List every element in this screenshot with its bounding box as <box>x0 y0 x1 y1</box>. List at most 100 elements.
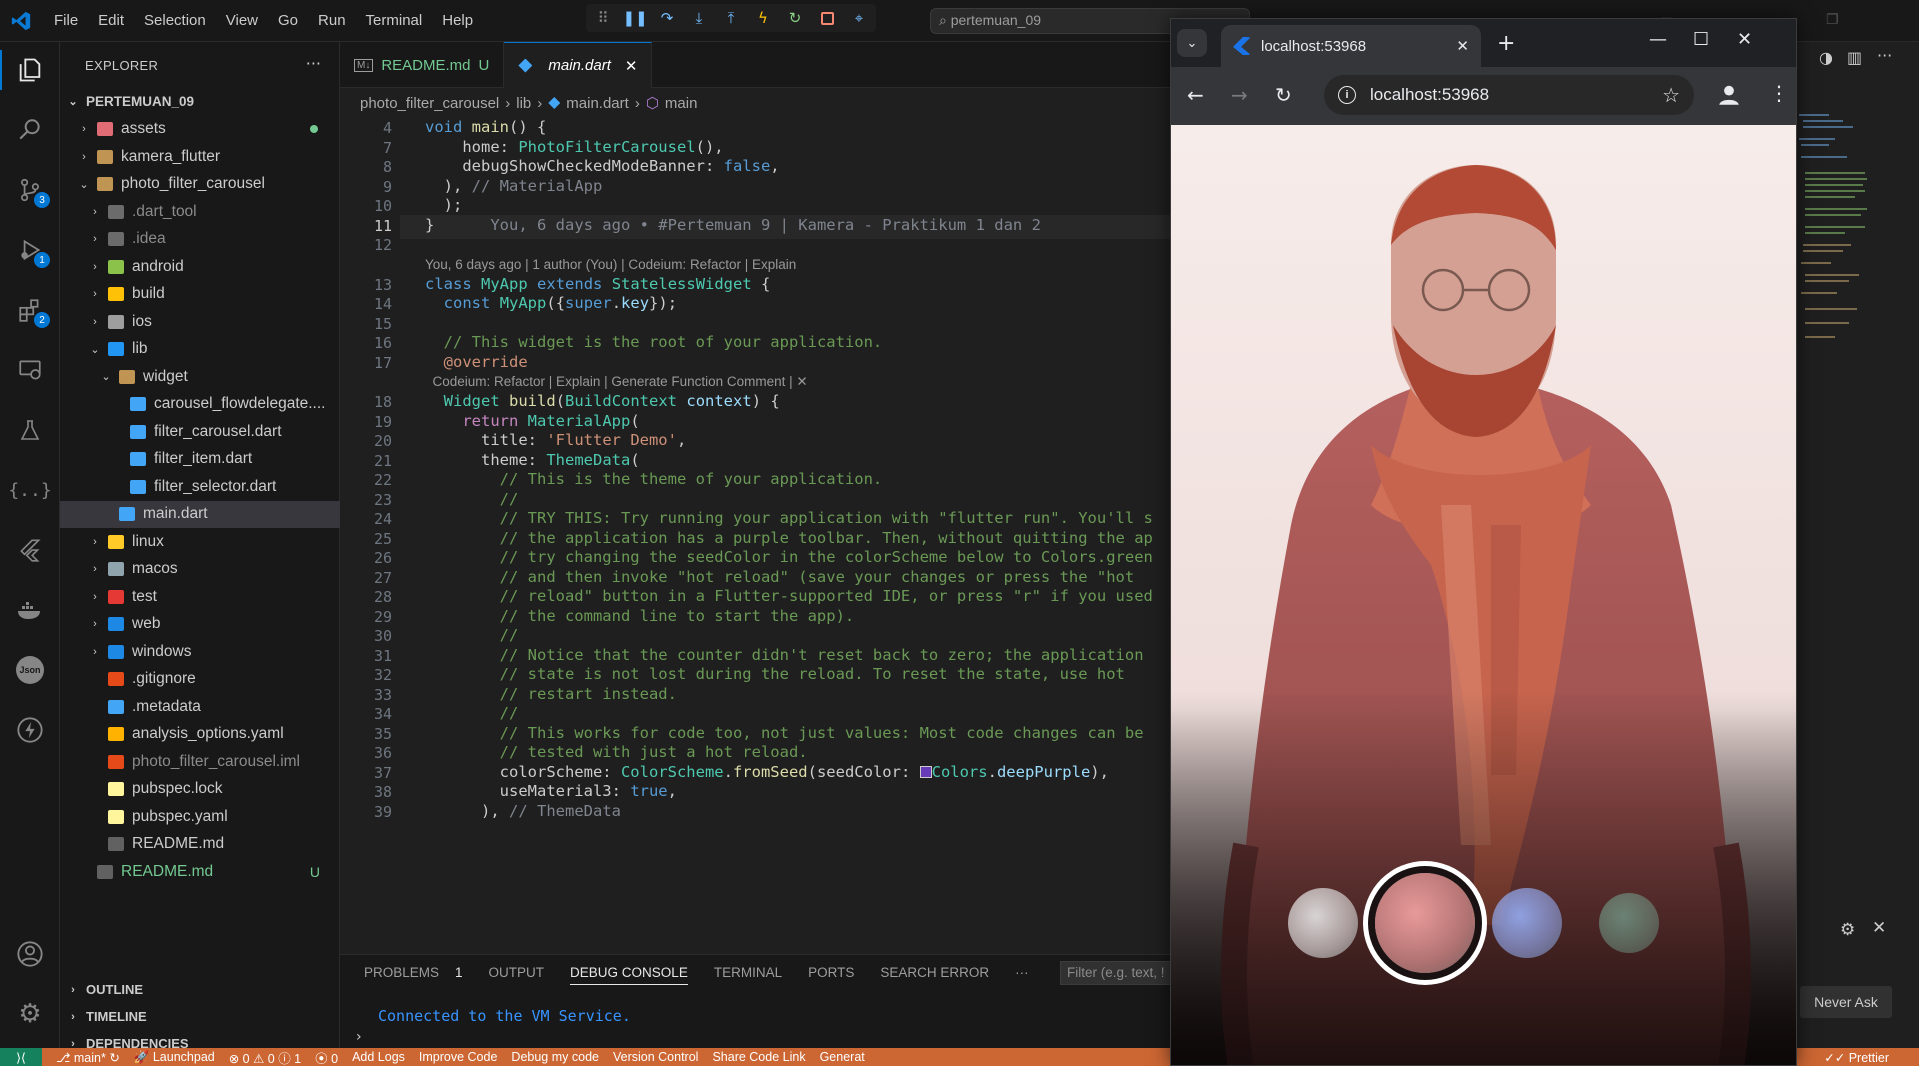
lightning-icon[interactable] <box>14 714 46 746</box>
source-control-icon[interactable]: 3 <box>14 174 50 208</box>
flutter-icon[interactable] <box>14 534 46 566</box>
run-debug-icon[interactable]: 1 <box>14 234 50 268</box>
tree-item[interactable]: ⌄ widget <box>60 363 340 391</box>
tree-item[interactable]: carousel_flowdelegate.... <box>60 391 340 419</box>
gear-icon[interactable]: ⚙ <box>1840 920 1855 940</box>
tree-item[interactable]: filter_item.dart <box>60 446 340 474</box>
split-editor-icon[interactable]: ▥ <box>1847 48 1862 67</box>
drag-handle-icon[interactable]: ⠿ <box>594 9 612 27</box>
panel-toggle-icon[interactable]: ◑ <box>1819 48 1833 67</box>
panel-tab-debug-console[interactable]: DEBUG CONSOLE <box>570 965 688 985</box>
tree-item[interactable]: README.md <box>60 831 340 859</box>
tree-item[interactable]: filter_carousel.dart <box>60 418 340 446</box>
close-tab-icon[interactable]: ✕ <box>1456 37 1469 55</box>
bookmark-star-icon[interactable]: ☆ <box>1662 83 1680 108</box>
panel-more-icon[interactable]: ··· <box>1015 965 1029 985</box>
restore-icon[interactable]: ❐ <box>1826 12 1839 28</box>
json-braces-icon[interactable]: {..} <box>8 474 51 506</box>
step-over-icon[interactable]: ↷ <box>658 9 676 27</box>
prettier-status[interactable]: ✓✓ Prettier <box>1824 1050 1889 1065</box>
console-prompt-icon[interactable]: › <box>356 1029 362 1045</box>
minimize-icon[interactable]: — <box>1649 29 1667 50</box>
breadcrumb-lib[interactable]: lib <box>516 95 531 112</box>
forward-icon[interactable]: → <box>1231 83 1248 107</box>
tree-item[interactable]: › ios <box>60 308 340 336</box>
tab-readme[interactable]: M↓ README.md U <box>340 42 505 88</box>
tree-item[interactable]: photo_filter_carousel.iml <box>60 748 340 776</box>
docker-icon[interactable] <box>14 594 46 626</box>
generate-status[interactable]: Generat <box>820 1050 865 1064</box>
browser-menu-icon[interactable]: ⋮ <box>1769 81 1789 105</box>
version-control-status[interactable]: Version Control <box>613 1050 698 1064</box>
timeline-section[interactable]: › TIMELINE <box>60 1003 340 1030</box>
tree-item[interactable]: › test <box>60 583 340 611</box>
tree-item[interactable]: › .idea <box>60 226 340 254</box>
menu-item-view[interactable]: View <box>226 12 258 29</box>
tab-search-icon[interactable]: ⌄ <box>1177 29 1207 57</box>
never-ask-button[interactable]: Never Ask <box>1800 986 1892 1018</box>
menu-item-run[interactable]: Run <box>318 12 346 29</box>
profile-icon[interactable] <box>1716 82 1742 108</box>
tree-item[interactable]: › windows <box>60 638 340 666</box>
menu-item-terminal[interactable]: Terminal <box>366 12 423 29</box>
tree-item[interactable]: › android <box>60 253 340 281</box>
panel-tab-problems[interactable]: PROBLEMS 1 <box>364 965 463 985</box>
extensions-icon[interactable]: 2 <box>14 294 50 328</box>
account-icon[interactable] <box>14 938 46 970</box>
panel-tab-ports[interactable]: PORTS <box>808 965 854 985</box>
breadcrumb-symbol[interactable]: main <box>665 95 698 112</box>
code-lens[interactable]: You, 6 days ago | 1 author (You) | Codei… <box>425 257 796 272</box>
remote-explorer-icon[interactable] <box>14 354 46 386</box>
workspace-root[interactable]: ⌄ PERTEMUAN_09 <box>60 88 340 116</box>
tab-main-dart[interactable]: main.dart ✕ <box>504 42 653 88</box>
site-info-icon[interactable]: i <box>1338 86 1356 104</box>
menu-item-edit[interactable]: Edit <box>98 12 124 29</box>
step-out-icon[interactable]: ⤒ <box>722 9 740 27</box>
launchpad-status[interactable]: 🚀 Launchpad <box>134 1050 215 1065</box>
tree-item[interactable]: › .dart_tool <box>60 198 340 226</box>
ports-status[interactable]: ⦿ 0 <box>315 1048 338 1066</box>
more-actions-icon[interactable]: ··· <box>306 54 321 73</box>
debug-my-code-status[interactable]: Debug my code <box>511 1050 599 1064</box>
devtools-icon[interactable]: ⌖ <box>850 9 868 27</box>
tree-item[interactable]: filter_selector.dart <box>60 473 340 501</box>
panel-tab-search-error[interactable]: SEARCH ERROR <box>880 965 989 985</box>
close-window-icon[interactable]: ✕ <box>1737 29 1752 50</box>
step-into-icon[interactable]: ⤓ <box>690 9 708 27</box>
improve-code-status[interactable]: Improve Code <box>419 1050 498 1064</box>
more-actions-icon[interactable]: ··· <box>1877 46 1892 65</box>
address-bar[interactable]: i localhost:53968 ☆ <box>1324 75 1694 115</box>
filter-option[interactable] <box>1375 873 1475 973</box>
tree-item[interactable]: pubspec.lock <box>60 776 340 804</box>
explorer-icon[interactable] <box>14 54 46 86</box>
tree-item[interactable]: › assets <box>60 116 340 144</box>
tree-item[interactable]: pubspec.yaml <box>60 803 340 831</box>
maximize-icon[interactable]: ☐ <box>1693 29 1709 50</box>
menu-item-go[interactable]: Go <box>278 12 298 29</box>
problems-status[interactable]: ⊗ 0 ⚠ 0 ⓘ 1 <box>229 1048 301 1066</box>
reload-icon[interactable]: ↻ <box>1275 83 1292 107</box>
remote-indicator-icon[interactable]: ⟩⟨ <box>0 1048 42 1066</box>
tree-item[interactable]: › kamera_flutter <box>60 143 340 171</box>
branch-status[interactable]: ⎇ main* ↻ <box>56 1050 120 1065</box>
panel-tab-terminal[interactable]: TERMINAL <box>714 965 782 985</box>
tree-item[interactable]: › linux <box>60 528 340 556</box>
tree-item[interactable]: README.md U <box>60 858 340 886</box>
menu-item-selection[interactable]: Selection <box>144 12 206 29</box>
code-lens[interactable]: Codeium: Refactor | Explain | Generate F… <box>425 374 808 390</box>
pause-icon[interactable]: ❚❚ <box>622 9 647 27</box>
outline-section[interactable]: › OUTLINE <box>60 976 340 1003</box>
tree-item[interactable]: ⌄ lib <box>60 336 340 364</box>
new-tab-icon[interactable]: + <box>1497 31 1515 56</box>
tree-item[interactable]: ⌄ photo_filter_carousel <box>60 171 340 199</box>
menu-item-file[interactable]: File <box>54 12 78 29</box>
menu-item-help[interactable]: Help <box>442 12 473 29</box>
search-icon[interactable] <box>14 114 46 146</box>
tree-item[interactable]: .gitignore <box>60 666 340 694</box>
panel-filter-input[interactable]: Filter (e.g. text, ! <box>1060 961 1180 985</box>
tree-item[interactable]: main.dart <box>60 500 340 528</box>
stop-icon[interactable] <box>818 9 836 27</box>
tree-item[interactable]: › web <box>60 611 340 639</box>
filter-option[interactable] <box>1288 888 1358 958</box>
back-icon[interactable]: ← <box>1187 83 1204 107</box>
